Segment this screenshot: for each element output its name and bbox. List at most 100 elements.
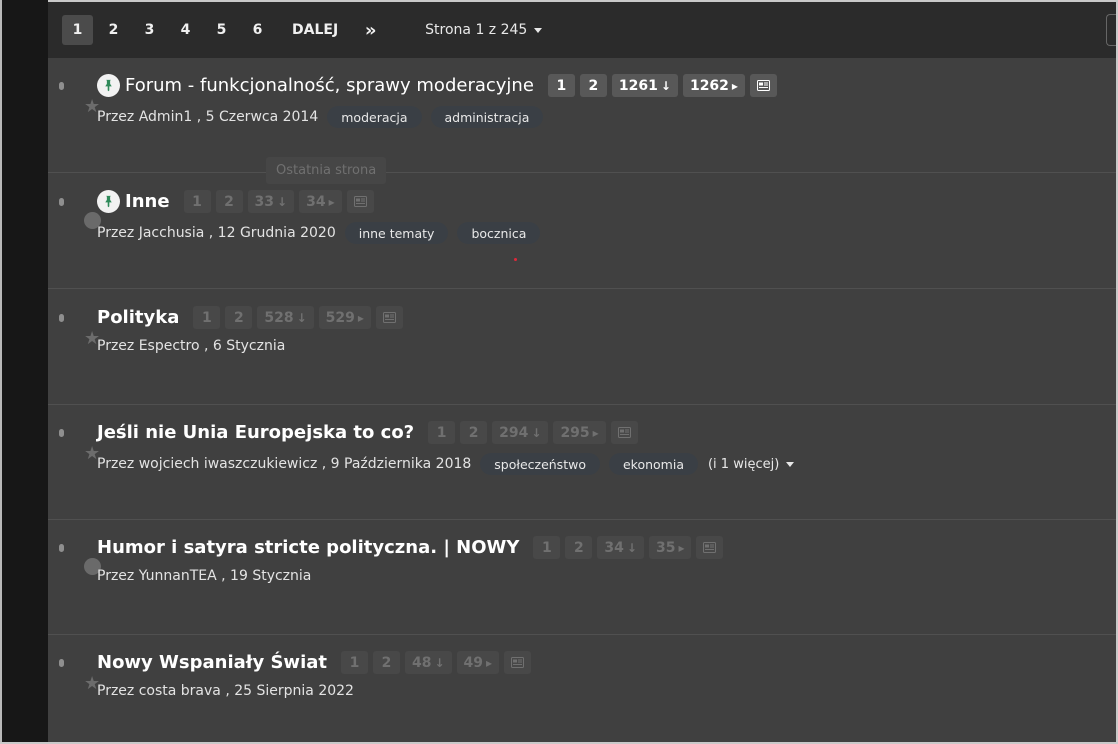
thread-page-link[interactable]: 35 ▸ (648, 536, 692, 559)
thread-title-line: Nowy Wspaniały Świat 1 2 48 ↓ 49 ▸ (97, 651, 536, 674)
newspaper-icon[interactable] (346, 190, 374, 213)
thread-page-link[interactable]: 49 ▸ (456, 651, 500, 674)
thread-page-link[interactable]: 1 (183, 190, 211, 213)
arrow-down-icon: ↓ (434, 655, 445, 670)
thread-row[interactable]: Humor i satyra stricte polityczna. | NOW… (48, 520, 1116, 635)
thread-title[interactable]: Polityka (97, 307, 179, 328)
thread-page-number: 529 (325, 309, 355, 326)
thread-page-number: 35 (655, 539, 676, 556)
thread-page-number: 1 (542, 539, 552, 556)
thread-row[interactable]: Inne 1 2 33 ↓ 34 ▸ Przez Jacchusia , 12 Grudnia… (48, 174, 1116, 289)
thread-author-date: Przez costa brava , 25 Sierpnia 2022 (97, 683, 354, 699)
caret-right-icon: ▸ (731, 78, 738, 93)
thread-page-link[interactable]: 528 ↓ (257, 306, 314, 329)
thread-page-link[interactable]: 2 (460, 421, 488, 444)
newspaper-icon[interactable] (696, 536, 724, 559)
thread-author-date: Przez Espectro , 6 Stycznia (97, 338, 286, 354)
thread-page-link[interactable]: 34 ▸ (299, 190, 342, 213)
caret-down-icon (786, 461, 795, 467)
thread-page-link[interactable]: 2 (372, 651, 400, 674)
thread-page-number: 1 (436, 424, 447, 441)
thread-tag[interactable]: bocznica (457, 222, 541, 244)
thread-page-link[interactable]: 48 ↓ (404, 651, 452, 674)
thread-tag[interactable]: moderacja (327, 106, 422, 128)
thread-author-date: Przez Jacchusia , 12 Grudnia 2020 (97, 225, 336, 241)
page-link-1[interactable]: 1 (62, 15, 93, 45)
thread-page-number: 34 (306, 193, 326, 210)
thread-meta: Przez costa brava , 25 Sierpnia 2022 (97, 683, 354, 699)
thread-title[interactable]: Nowy Wspaniały Świat (97, 652, 327, 673)
thread-page-number: 2 (224, 193, 234, 210)
thread-tag[interactable]: ekonomia (608, 453, 698, 475)
last-page-button[interactable]: » (355, 15, 386, 45)
newspaper-icon[interactable] (375, 306, 403, 329)
thread-tag[interactable]: społeczeństwo (480, 453, 600, 475)
thread-page-number: 48 (411, 654, 432, 671)
thread-title[interactable]: Humor i satyra stricte polityczna. | NOW… (97, 537, 519, 558)
thread-author-date: Przez YunnanTEA , 19 Stycznia (97, 568, 312, 584)
unread-marker (59, 659, 64, 667)
caret-down-icon (534, 27, 543, 33)
thread-page-number: 1 (556, 77, 567, 94)
page-select-dropdown[interactable]: Strona 1 z 245 (425, 22, 543, 38)
thread-title-line: Jeśli nie Unia Europejska to co? 1 2 294 ↓ 29… (97, 421, 643, 444)
newspaper-icon[interactable] (610, 421, 638, 444)
thread-page-link[interactable]: 2 (215, 190, 243, 213)
thread-row[interactable]: ★ Jeśli nie Unia Europejska to co? 1 2 294 ↓ 2… (48, 405, 1116, 520)
thread-page-link[interactable]: 529 ▸ (318, 306, 371, 329)
thread-title[interactable]: Inne (125, 191, 170, 212)
thread-tag[interactable]: inne tematy (344, 222, 449, 244)
page-link-2[interactable]: 2 (98, 15, 129, 45)
thread-author-date: Przez Admin1 , 5 Czerwca 2014 (97, 109, 319, 125)
thread-row[interactable]: ★ Polityka 1 2 528 ↓ 529 ▸ Przez Espectro , 6 St… (48, 290, 1116, 405)
thread-page-number: 528 (264, 309, 294, 326)
thread-page-link[interactable]: 1 (340, 651, 368, 674)
thread-meta: Przez Jacchusia , 12 Grudnia 2020 inne te… (97, 222, 541, 244)
thread-title[interactable]: Jeśli nie Unia Europejska to co? (97, 422, 414, 443)
thread-title-line: Humor i satyra stricte polityczna. | NOW… (97, 536, 728, 559)
thread-page-number: 1 (192, 193, 202, 210)
caret-right-icon: ▸ (592, 425, 599, 440)
thread-page-number: 1 (349, 654, 360, 671)
thread-page-link[interactable]: 1261 ↓ (611, 74, 678, 97)
newspaper-icon[interactable] (504, 651, 532, 674)
thread-page-link[interactable]: 34 ↓ (597, 536, 644, 559)
thread-page-link[interactable]: 2 (579, 74, 607, 97)
thread-row[interactable]: ★ Forum - funkcjonalność, sprawy moderacy… (48, 58, 1116, 173)
thread-page-number: 2 (574, 539, 584, 556)
thread-title-line: Forum - funkcjonalność, sprawy moderacyj… (97, 74, 782, 97)
arrow-down-icon: ↓ (296, 310, 307, 325)
caret-right-icon: ▸ (328, 194, 335, 209)
caret-right-icon: ▸ (357, 310, 364, 325)
thread-page-link[interactable]: 2 (565, 536, 593, 559)
newspaper-icon[interactable] (749, 74, 777, 97)
thread-page-number: 1 (201, 309, 212, 326)
thread-page-link[interactable]: 33 ↓ (247, 190, 295, 213)
page-link-6[interactable]: 6 (242, 15, 273, 45)
thread-page-number: 2 (233, 309, 244, 326)
thread-page-link[interactable]: 295 ▸ (553, 421, 606, 444)
left-gutter (0, 0, 48, 744)
more-tags-toggle[interactable]: (i 1 więcej) (708, 457, 795, 472)
page-link-4[interactable]: 4 (170, 15, 201, 45)
thread-page-link[interactable]: 1262 ▸ (682, 74, 745, 97)
thread-title[interactable]: Forum - funkcjonalność, sprawy moderacyj… (125, 75, 534, 96)
thread-page-link[interactable]: 1 (533, 536, 561, 559)
thread-page-link[interactable]: 2 (225, 306, 253, 329)
page-select-label: Strona 1 z 245 (425, 22, 528, 38)
next-page-button[interactable]: DALEJ (282, 15, 348, 45)
thread-page-link[interactable]: 1 (547, 74, 575, 97)
thread-page-number: 1262 (689, 77, 729, 94)
thread-page-number: 295 (560, 424, 590, 441)
thread-page-link[interactable]: 1 (193, 306, 221, 329)
page-link-5[interactable]: 5 (206, 15, 237, 45)
page-link-3[interactable]: 3 (134, 15, 165, 45)
pagination-bar: 1 2 3 4 5 6 DALEJ » Strona 1 z 245 (48, 2, 1118, 58)
thread-page-link[interactable]: 1 (428, 421, 456, 444)
pushpin-icon (97, 190, 120, 213)
thread-tag[interactable]: administracja (430, 106, 544, 128)
thread-page-link[interactable]: 294 ↓ (492, 421, 549, 444)
thread-row[interactable]: ★ Nowy Wspaniały Świat 1 2 48 ↓ 49 ▸ Przez costa… (48, 635, 1116, 744)
thread-page-number: 49 (463, 654, 484, 671)
arrow-down-icon: ↓ (277, 194, 288, 209)
